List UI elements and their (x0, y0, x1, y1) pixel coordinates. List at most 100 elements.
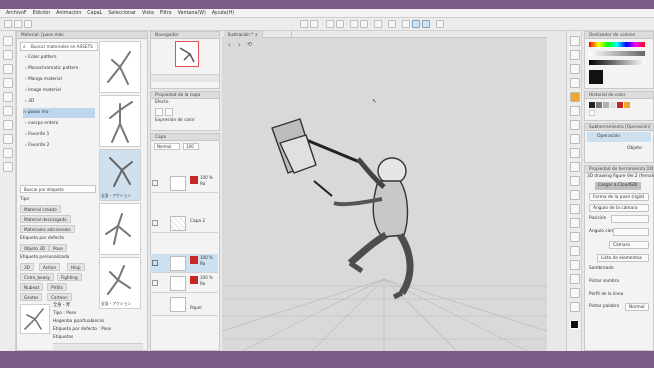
pose-thumbnail-3-selected[interactable]: 全身・アクション (99, 149, 141, 201)
history-swatch[interactable] (589, 110, 595, 116)
material-tab-icon[interactable] (3, 50, 13, 60)
effect-tone-icon[interactable] (165, 108, 173, 116)
position-buttons[interactable] (611, 215, 649, 223)
menu-item-window[interactable]: Ventana(W) (178, 11, 206, 16)
material-tab-icon-3[interactable] (3, 78, 13, 88)
figure-tool-icon[interactable] (570, 260, 580, 270)
cloud-load-button[interactable]: Cargar a CloudSDI (595, 182, 641, 190)
deselect-icon[interactable] (360, 20, 368, 28)
element-list-select[interactable]: Lista de elementos (597, 254, 649, 262)
paint-word-select[interactable]: Normal (625, 303, 649, 311)
visibility-icon[interactable] (152, 260, 158, 266)
tag-chip[interactable]: Action (39, 263, 61, 271)
tree-item-favorite-1[interactable]: › Favorite 1 (25, 130, 95, 140)
tree-item-full-body[interactable]: › cuerpo entero (25, 119, 95, 129)
tag-chip[interactable]: Gestos (20, 293, 43, 301)
blend-tool-icon[interactable] (570, 218, 580, 228)
camera-button[interactable]: Cámara (609, 241, 649, 249)
visibility-icon[interactable] (152, 280, 158, 286)
history-swatch[interactable] (610, 102, 616, 108)
show-selection-icon[interactable] (388, 20, 396, 28)
ruler-tool-icon[interactable] (570, 288, 580, 298)
open-file-icon[interactable] (14, 20, 22, 28)
blend-mode-select[interactable]: Normal (154, 143, 180, 150)
tag-chip[interactable]: 3D (20, 263, 34, 271)
brush-tool-icon[interactable] (570, 162, 580, 172)
frame-tool-icon[interactable] (570, 274, 580, 284)
pose-thumbnail-1[interactable] (99, 41, 141, 93)
camera-angle-select[interactable]: Ángulo de la cámara (589, 204, 649, 212)
airbrush-tool-icon[interactable] (570, 176, 580, 186)
pencil-tool-icon[interactable] (570, 148, 580, 158)
selection-tool-icon[interactable] (570, 92, 580, 102)
material-search-input[interactable]: Buscar materiales en ASSETS ⌕ (20, 42, 98, 51)
tag-chip[interactable]: Cartoon (47, 293, 72, 301)
redo-icon[interactable] (310, 20, 318, 28)
navigator-preview[interactable] (175, 41, 199, 67)
transform-icon[interactable] (336, 20, 344, 28)
value-slider[interactable] (589, 60, 645, 65)
pose-shape-select[interactable]: Forma de la pose (rigid) (589, 193, 649, 201)
menu-item-animation[interactable]: Animación (56, 11, 81, 16)
pose-thumbnail-2[interactable] (99, 95, 141, 147)
layer-row[interactable]: 100 % Ro (150, 274, 218, 293)
snap-special-ruler-icon[interactable] (412, 20, 420, 28)
undo-icon[interactable] (300, 20, 308, 28)
eraser-tool-icon[interactable] (570, 204, 580, 214)
tree-item-manga-material[interactable]: › Manga material (25, 75, 95, 85)
opacity-field[interactable]: 100 (183, 143, 199, 150)
history-swatch[interactable] (589, 102, 595, 108)
tag-chip[interactable]: Hiop (67, 263, 85, 271)
tag-chip[interactable]: Nubeat (20, 283, 44, 291)
invert-selection-icon[interactable] (374, 20, 382, 28)
gradient-tool-icon[interactable] (570, 246, 580, 256)
type-created-chip[interactable]: Material creado (20, 205, 61, 213)
tree-item-mono-pattern[interactable]: › Monochromatic pattern (25, 64, 95, 74)
material-tab-icon-4[interactable] (3, 92, 13, 102)
pose-thumbnail-4[interactable] (99, 203, 141, 255)
move-layer-tool-icon[interactable] (570, 78, 580, 88)
menu-item-file[interactable]: ArchivoF (6, 11, 27, 16)
tag-pose-chip[interactable]: Pose (49, 244, 67, 252)
camera-angle-buttons[interactable] (613, 228, 649, 236)
menu-item-edit[interactable]: Edición (33, 11, 50, 16)
auto-select-tool-icon[interactable] (570, 106, 580, 116)
history-swatch[interactable] (603, 102, 609, 108)
history-swatch[interactable] (596, 102, 602, 108)
effect-border-icon[interactable] (155, 108, 163, 116)
menu-item-filter[interactable]: Filtro (160, 11, 172, 16)
fill-tool-icon[interactable] (570, 232, 580, 242)
saturation-slider[interactable] (589, 51, 645, 56)
hue-slider[interactable] (589, 42, 645, 47)
menu-item-layer[interactable]: CapaL (87, 11, 102, 16)
menu-item-select[interactable]: Seleccionar (108, 11, 136, 16)
move-tool-icon[interactable] (570, 50, 580, 60)
save-icon[interactable] (24, 20, 32, 28)
tag-search-input[interactable]: Buscar por etiqueta (20, 185, 96, 193)
tree-item-image-material[interactable]: › Image material (25, 86, 95, 96)
tag-3d-object-chip[interactable]: Objeto 3D (20, 244, 50, 252)
main-color-icon[interactable] (570, 320, 579, 329)
pose-thumbnail-5[interactable]: 全身・アクション (99, 257, 141, 309)
layer-row[interactable]: 100 % Ro (150, 174, 218, 193)
visibility-icon[interactable] (152, 220, 158, 226)
tag-chip[interactable]: Cntre_beasy (20, 273, 54, 281)
history-swatch[interactable] (617, 102, 623, 108)
sub-tool-object[interactable]: Objeto (587, 144, 651, 154)
text-tool-icon[interactable] (570, 302, 580, 312)
material-tab-icon-6[interactable] (3, 120, 13, 130)
sub-tool-operation[interactable]: Operación (587, 132, 651, 142)
pen-pressure-icon[interactable] (436, 20, 444, 28)
canvas-area[interactable]: Ilustración * × ‹ › ⟲ ↖ (222, 31, 547, 351)
menu-item-view[interactable]: Vista (142, 11, 154, 16)
layer-row[interactable]: Capa 2 (150, 214, 218, 233)
tag-chip[interactable]: PVSts (47, 283, 67, 291)
layer-row-paper[interactable]: Papel (150, 294, 218, 316)
material-tab-icon-7[interactable] (3, 134, 13, 144)
tree-item-poses[interactable]: ›› poses mo (23, 108, 95, 118)
visibility-icon[interactable] (152, 180, 158, 186)
tree-item-3d[interactable]: › 3D (25, 97, 95, 107)
new-file-icon[interactable] (4, 20, 12, 28)
material-tab-icon-8[interactable] (3, 148, 13, 158)
dock-menu-icon[interactable] (3, 36, 13, 46)
